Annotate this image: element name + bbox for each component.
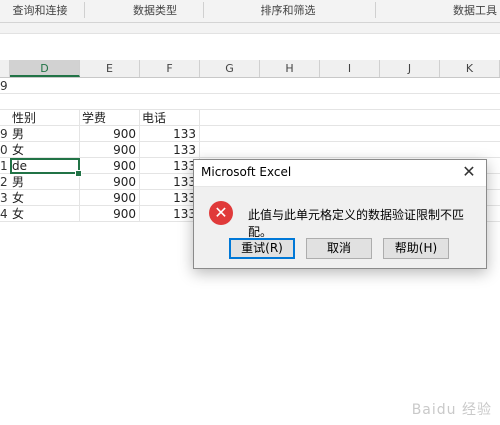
fill-handle[interactable] (75, 170, 82, 177)
cell-fee[interactable]: 900 (80, 158, 140, 174)
dialog-message: 此值与此单元格定义的数据验证限制不匹配。 (248, 208, 465, 239)
group-data-types: 数据类型 (133, 4, 177, 17)
cell-gender[interactable]: 女 (10, 190, 80, 206)
cell-gender[interactable]: 男 (10, 126, 80, 142)
row-number: 4 (0, 207, 8, 221)
cell-fee[interactable]: 900 (80, 206, 140, 222)
group-query-connections: 查询和连接 (12, 4, 68, 17)
table-row: 性别 学费 电话 (0, 110, 500, 126)
table-row: 9 男 900 133 (0, 126, 500, 142)
column-header-f[interactable]: F (140, 60, 200, 77)
cell-phone[interactable]: 133 (140, 206, 200, 222)
column-header-h[interactable]: H (260, 60, 320, 77)
column-header-d[interactable]: D (10, 60, 80, 77)
cell-fee[interactable]: 900 (80, 174, 140, 190)
select-all-corner[interactable] (0, 60, 10, 77)
row-number: 1 (0, 159, 8, 173)
table-row: 9 (0, 78, 500, 94)
divider (84, 2, 85, 18)
table-row: 0 女 900 133 (0, 142, 500, 158)
row-number: 3 (0, 191, 8, 205)
row-number: 9 (0, 79, 8, 93)
cell-phone[interactable]: 133 (140, 126, 200, 142)
watermark-logo: Baidu 经验 (411, 402, 492, 418)
cell-phone[interactable]: 133 (140, 158, 200, 174)
cell-value: de (12, 159, 27, 173)
row-number: 2 (0, 175, 8, 189)
formula-bar-area (0, 34, 500, 61)
column-header-i[interactable]: I (320, 60, 380, 77)
ribbon-group-labels: 查询和连接 数据类型 排序和筛选 数据工具 (0, 0, 500, 23)
cell-fee-header[interactable]: 学费 (80, 110, 140, 126)
cell-fee[interactable]: 900 (80, 142, 140, 158)
dialog-title: Microsoft Excel (201, 165, 292, 179)
cell-fee[interactable]: 900 (80, 126, 140, 142)
retry-button[interactable]: 重试(R) (229, 238, 295, 259)
table-row (0, 94, 500, 110)
group-data-tools: 数据工具 (453, 4, 497, 17)
help-button[interactable]: 帮助(H) (383, 238, 449, 259)
cell-phone-header[interactable]: 电话 (140, 110, 200, 126)
cancel-button[interactable]: 取消 (306, 238, 372, 259)
divider (375, 2, 376, 18)
cell-gender[interactable]: 男 (10, 174, 80, 190)
column-header-k[interactable]: K (440, 60, 500, 77)
divider (203, 2, 204, 18)
cell-fee[interactable]: 900 (80, 190, 140, 206)
dialog-title-bar: Microsoft Excel ✕ (194, 160, 486, 187)
row-number: 0 (0, 143, 8, 157)
close-icon[interactable]: ✕ (460, 163, 478, 181)
ribbon-bottom-strip (0, 23, 500, 34)
group-sort-filter: 排序和筛选 (260, 4, 316, 17)
cell-gender-selected[interactable]: de (10, 158, 82, 177)
cell-phone[interactable]: 133 (140, 142, 200, 158)
cell-phone[interactable]: 133 (140, 190, 200, 206)
column-header-j[interactable]: J (380, 60, 440, 77)
column-header-e[interactable]: E (80, 60, 140, 77)
cell-phone[interactable]: 133 (140, 174, 200, 190)
error-icon: ✕ (209, 201, 233, 225)
data-validation-error-dialog: Microsoft Excel ✕ ✕ 此值与此单元格定义的数据验证限制不匹配。… (193, 159, 487, 269)
cell-gender-header[interactable]: 性别 (10, 110, 80, 126)
column-header-g[interactable]: G (200, 60, 260, 77)
row-number: 9 (0, 127, 8, 141)
column-header-row: D E F G H I J K (0, 60, 500, 78)
cell-gender[interactable]: 女 (10, 142, 80, 158)
cell-gender[interactable]: 女 (10, 206, 80, 222)
